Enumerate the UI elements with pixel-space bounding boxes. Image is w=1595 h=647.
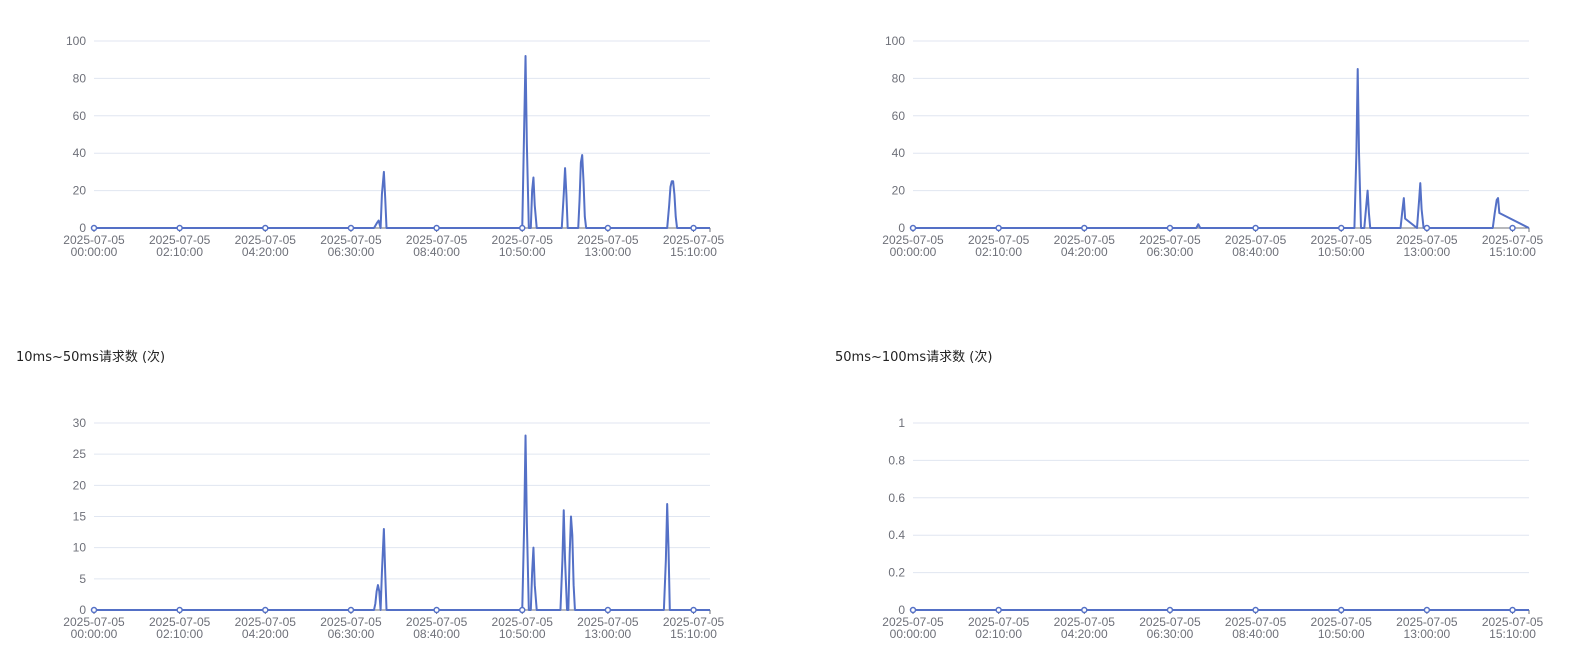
chart-panel-3: 0 5 10 15 20 25 30 2025-07-05 00:00:00 2025-07-05… [0,380,760,647]
y-tick-label: 25 [73,447,87,461]
x-tick-label-time: 13:00:00 [585,627,632,641]
chart-panel-4: 0 0.2 0.4 0.6 0.8 1 2025-07-05 00:00:00 2025-07-… [819,380,1579,647]
x-tick-label-time: 13:00:00 [1404,627,1451,641]
y-tick-label: 20 [892,184,906,198]
x-tick-label-time: 13:00:00 [585,245,632,259]
line-chart-1: 0204060801002025-07-0500:00:002025-07-05… [63,34,724,259]
data-point [690,224,697,232]
x-tick-label-time: 06:30:00 [1147,627,1194,641]
x-tick-label-time: 08:40:00 [1232,627,1279,641]
x-tick-label-time: 04:20:00 [242,627,289,641]
data-point [995,224,1002,232]
chart-panel-1: 0 20 40 60 80 100 2025-07-05 00:00:00 2025-07-05… [0,0,760,300]
chart-panel-2: 0 20 40 60 80 100 2025-07-05 00:00:00 2025-07-05… [819,0,1579,300]
line-chart-2: 0204060801002025-07-0500:00:002025-07-05… [882,34,1543,259]
y-tick-label: 20 [73,184,87,198]
x-tick-label-time: 00:00:00 [71,627,118,641]
data-point [995,606,1002,614]
data-point [347,606,355,614]
data-point [262,224,269,232]
data-point [433,606,440,614]
data-point [1423,224,1431,232]
y-tick-label: 100 [66,34,86,48]
y-tick-label: 30 [73,416,87,430]
y-tick-label: 60 [73,109,87,123]
x-tick-label-time: 10:50:00 [499,627,546,641]
y-tick-label: 0.4 [888,528,905,542]
x-tick-label-time: 00:00:00 [71,245,118,259]
x-tick-label-time: 08:40:00 [413,245,460,259]
data-point [176,606,183,614]
data-point [1081,224,1088,232]
y-tick-label: 15 [73,510,87,524]
x-tick-label-time: 10:50:00 [499,245,546,259]
data-point [1337,224,1345,232]
x-tick-label-time: 02:10:00 [156,245,203,259]
data-point [1337,606,1345,614]
data-point [90,224,98,232]
series-line [94,434,710,611]
x-tick-label-time: 10:50:00 [1318,627,1365,641]
x-tick-label-time: 02:10:00 [975,627,1022,641]
y-tick-label: 40 [892,146,906,160]
data-point [518,606,526,614]
x-tick-label-time: 04:20:00 [1061,627,1108,641]
x-tick-label-time: 06:30:00 [1147,245,1194,259]
data-point [604,224,612,232]
series-line [913,68,1530,229]
data-point [518,224,526,232]
data-point [909,224,917,232]
chart-title-50-100ms: 50ms~100ms请求数 (次) [835,350,993,365]
data-point [176,224,183,232]
data-point [347,224,355,232]
chart-title-10-50ms: 10ms~50ms请求数 (次) [16,350,166,365]
data-point [690,606,697,614]
x-tick-label-time: 15:10:00 [670,627,717,641]
x-tick-label-time: 00:00:00 [890,627,937,641]
y-tick-label: 20 [73,478,87,492]
data-point [1509,224,1516,232]
data-point [1252,224,1259,232]
data-point [1166,224,1174,232]
line-chart-4: 00.20.40.60.812025-07-0500:00:002025-07-… [882,416,1543,641]
y-tick-label: 5 [79,572,86,586]
x-tick-label-time: 06:30:00 [328,245,375,259]
data-point [1081,606,1088,614]
series-line [94,54,710,229]
y-tick-label: 100 [885,34,905,48]
y-tick-label: 10 [73,541,87,555]
x-tick-label-time: 15:10:00 [1489,627,1536,641]
data-point [1509,606,1516,614]
x-tick-label-time: 02:10:00 [156,627,203,641]
x-tick-label-time: 15:10:00 [670,245,717,259]
y-tick-label: 80 [892,71,906,85]
data-point [90,606,98,614]
data-point [433,224,440,232]
x-tick-label-time: 04:20:00 [242,245,289,259]
y-tick-label: 60 [892,109,906,123]
x-tick-label-time: 10:50:00 [1318,245,1365,259]
x-tick-label-time: 15:10:00 [1489,245,1536,259]
y-tick-label: 0.6 [888,491,905,505]
x-tick-label-time: 06:30:00 [328,627,375,641]
line-chart-3: 0510152025302025-07-0500:00:002025-07-05… [63,416,724,641]
data-point [604,606,612,614]
y-tick-label: 1 [898,416,905,430]
data-point [1166,606,1174,614]
y-tick-label: 0.2 [888,566,905,580]
y-tick-label: 0.8 [888,453,905,467]
x-tick-label-time: 04:20:00 [1061,245,1108,259]
y-tick-label: 40 [73,146,87,160]
x-tick-label-time: 08:40:00 [413,627,460,641]
x-tick-label-time: 02:10:00 [975,245,1022,259]
x-tick-label-time: 08:40:00 [1232,245,1279,259]
data-point [262,606,269,614]
data-point [1252,606,1259,614]
data-point [909,606,917,614]
x-tick-label-time: 00:00:00 [890,245,937,259]
data-point [1423,606,1431,614]
y-tick-label: 80 [73,71,87,85]
x-tick-label-time: 13:00:00 [1404,245,1451,259]
